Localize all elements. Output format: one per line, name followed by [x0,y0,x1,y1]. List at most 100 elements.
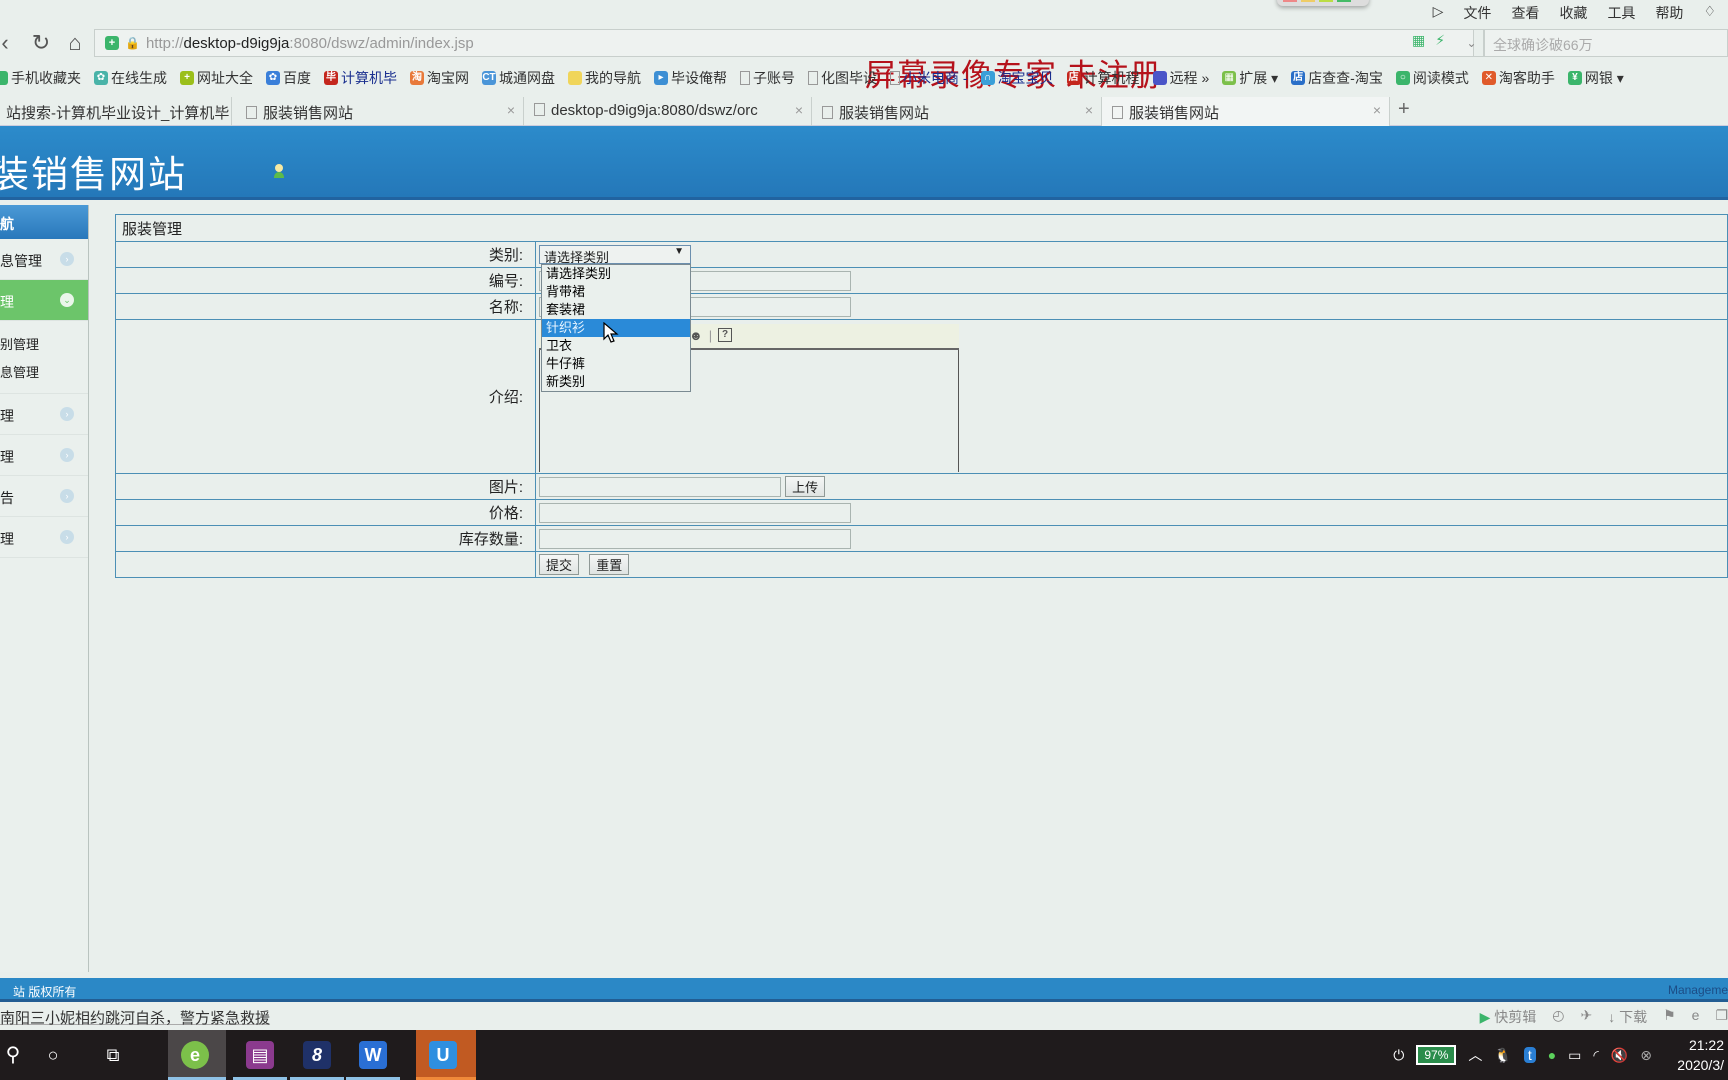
sidebar-item-label: 理 [0,449,14,465]
taskbar-app-winrar[interactable]: ▤ [233,1030,287,1080]
reload-icon[interactable]: ↻ [28,30,54,56]
close-circle-icon[interactable]: ⊗ [1640,1047,1652,1064]
clock[interactable]: 21:22 2020/3/ [1664,1035,1724,1075]
bookmark-item[interactable]: 店计算机程 [1066,68,1140,88]
help-icon[interactable]: ? [718,328,733,342]
taskbar-app-8[interactable]: 8 [290,1030,344,1080]
bookmark-item[interactable]: ✿ 在线生成 [94,68,167,88]
volume-muted-icon[interactable]: 🔇 [1611,1047,1628,1064]
bookmark-item[interactable]: ✿ 百度 [266,68,311,88]
tray-expand-icon[interactable]: ︿ [1468,1045,1482,1065]
tab-2[interactable]: desktop-d9ig9ja:8080/dswz/orc × [524,97,812,126]
emoticon-icon[interactable]: ☻ [689,328,703,343]
sidebar-item-3[interactable]: 理 › [0,435,88,476]
bookmark-item[interactable]: ✕ 淘客助手 [1481,68,1555,88]
category-select[interactable]: 请选择类别 ▼ [539,245,691,265]
skin-icon[interactable]: ♢ [1703,3,1716,23]
category-option[interactable]: 背带裙 [542,283,690,301]
image-input[interactable] [539,477,781,498]
rocket-icon[interactable]: ✈ [1580,1007,1592,1027]
home-icon[interactable]: ⌂ [62,30,88,56]
sidebar-item-5[interactable]: 理 › [0,517,88,558]
flag-icon[interactable]: ⚑ [1663,1007,1676,1027]
category-option[interactable]: 新类别 [542,373,690,391]
upload-button[interactable]: 上传 [785,475,826,497]
qq-icon[interactable]: 🐧 [1494,1047,1511,1064]
bookmark-item[interactable]: ▸ 毕设俺帮 [654,68,727,88]
tab-3[interactable]: 服装销售网站 × [812,97,1102,126]
bookmark-item[interactable]: ¥ 网银 ▾ [1567,68,1624,88]
menu-view[interactable]: 查看 [1511,3,1539,23]
bookmark-item[interactable]: 店店查查-淘宝 [1291,68,1383,88]
bookmark-label: 阅读模式 [1412,70,1469,86]
bookmark-item[interactable]: 我的导航 [568,68,641,88]
bookmark-item[interactable]: 远程 » [1152,68,1209,88]
tray-app-icon[interactable]: t [1523,1047,1536,1063]
page-icon [822,106,833,119]
bookmark-item[interactable]: 子账号 [740,68,795,88]
bookmark-item[interactable]: ▦ 扩展 ▾ [1222,68,1278,88]
reset-button[interactable]: 重置 [589,554,630,575]
sidebar-item-2[interactable]: 理 › [0,394,88,435]
bookmark-item[interactable]: ○ 阅读模式 [1395,68,1469,88]
price-input[interactable] [539,502,851,523]
download-button[interactable]: ↓ 下载 [1608,1007,1647,1027]
bookmark-item[interactable]: 小米电商 - [890,68,968,88]
qr-code-icon[interactable]: ▦ [1412,32,1425,49]
bookmark-icon: 店 [1066,71,1081,85]
search-input[interactable]: 全球确诊破66万 [1484,29,1728,57]
bookmark-item[interactable]: CT 城通网盘 [482,68,555,88]
task-view-icon[interactable]: ⧉ [86,1030,140,1080]
url-dropdown-icon[interactable]: ⌄ [1460,29,1484,57]
lightning-icon[interactable]: ⚡ [1435,32,1445,49]
quick-edit-button[interactable]: ▶ 快剪辑 [1480,1007,1537,1027]
bookmark-item[interactable]: 手机收藏夹 [0,68,81,88]
new-tab-button[interactable]: + [1398,98,1410,121]
category-option[interactable]: 套装裙 [542,301,690,319]
battery-icon[interactable]: ▭ [1568,1047,1581,1064]
bookmark-item[interactable]: 化图毕设 [808,68,877,88]
bookmark-item[interactable]: 淘淘宝网 [410,68,469,88]
close-icon[interactable]: × [795,102,803,118]
ie-icon[interactable]: e [1692,1007,1700,1027]
menu-help[interactable]: 帮助 [1655,3,1683,23]
category-option[interactable]: 请选择类别 [542,265,690,283]
submit-button[interactable]: 提交 [539,554,580,575]
user-icon[interactable] [274,164,284,178]
close-icon[interactable]: × [507,102,515,118]
taskbar-app-recorder[interactable]: U [416,1030,476,1080]
sidebar-subitem-info[interactable]: 息管理 [0,355,88,383]
wifi-icon[interactable]: ◜ [1593,1047,1598,1064]
bookmark-item[interactable]: + 网址大全 [180,68,253,88]
menu-tools[interactable]: 工具 [1607,3,1635,23]
news-ticker-link[interactable]: 南阳三小妮相约跳河自杀，警方紧急救援 [0,1007,270,1028]
window-icon[interactable]: ❐ [1715,1007,1728,1027]
close-icon[interactable]: × [1373,102,1381,118]
sidebar-toggle-icon[interactable]: ▷ [1433,3,1444,23]
tab-4-active[interactable]: 服装销售网站 × [1102,97,1390,126]
sidebar-submenu: 别管理 息管理 [0,321,88,394]
sidebar-item-notice[interactable]: 告 › [0,476,88,517]
tab-1[interactable]: 服装销售网站 × [236,97,524,126]
bookmark-item[interactable]: ∩ 淘宝宝贝 [980,68,1054,88]
search-taskbar-icon[interactable]: ⚲ [0,1030,22,1080]
close-icon[interactable]: × [1085,102,1093,118]
taskbar-app-wps[interactable]: W [346,1030,400,1080]
bookmark-item[interactable]: 毕计算机毕 [324,68,397,88]
menu-favorites[interactable]: 收藏 [1559,3,1587,23]
sidebar-item-clothing[interactable]: 理 ⌄ [0,280,88,321]
battery-indicator[interactable]: 97% [1416,1045,1457,1065]
menu-file[interactable]: 文件 [1463,3,1491,23]
close-icon[interactable]: × [215,102,223,118]
sidebar-subitem-category[interactable]: 别管理 [0,327,88,355]
cortana-icon[interactable]: ○ [26,1030,80,1080]
tab-0[interactable]: 站搜索-计算机毕业设计_计算机毕 × [0,97,232,126]
category-option[interactable]: 牛仔裤 [542,355,690,373]
speed-icon[interactable]: ◴ [1552,1007,1564,1027]
taskbar-app-browser[interactable]: e [168,1030,226,1080]
wechat-icon[interactable]: ● [1548,1047,1556,1063]
stock-input[interactable] [539,528,851,549]
sidebar-item-info[interactable]: 息管理 › [0,239,88,280]
url-input[interactable]: + 🔒 http:// desktop-d9ig9ja :8080/dswz/a… [94,29,1474,57]
back-icon[interactable]: ‹ [0,30,18,56]
